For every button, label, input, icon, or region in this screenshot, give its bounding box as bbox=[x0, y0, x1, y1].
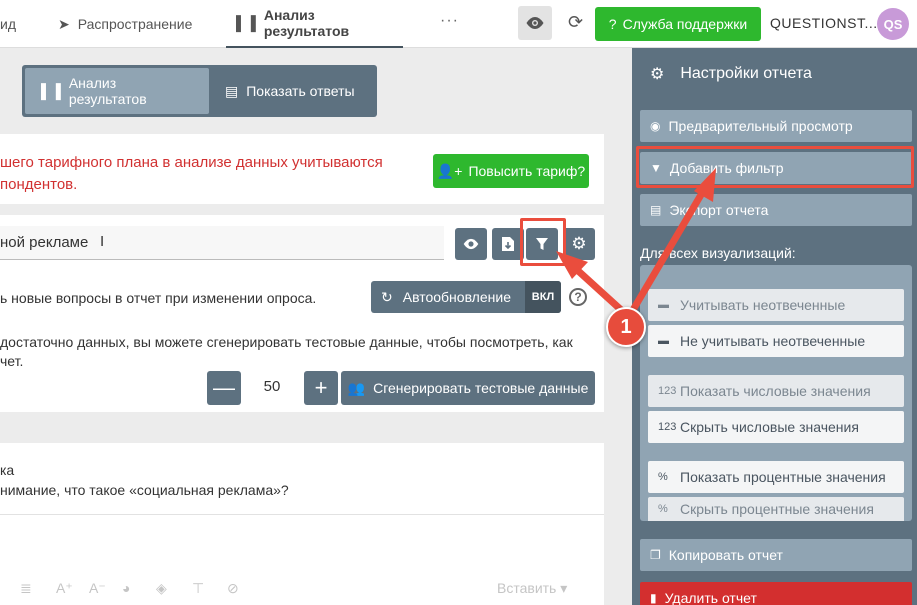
annotation-arrows bbox=[556, 168, 716, 322]
step-badge: 1 bbox=[606, 307, 646, 347]
